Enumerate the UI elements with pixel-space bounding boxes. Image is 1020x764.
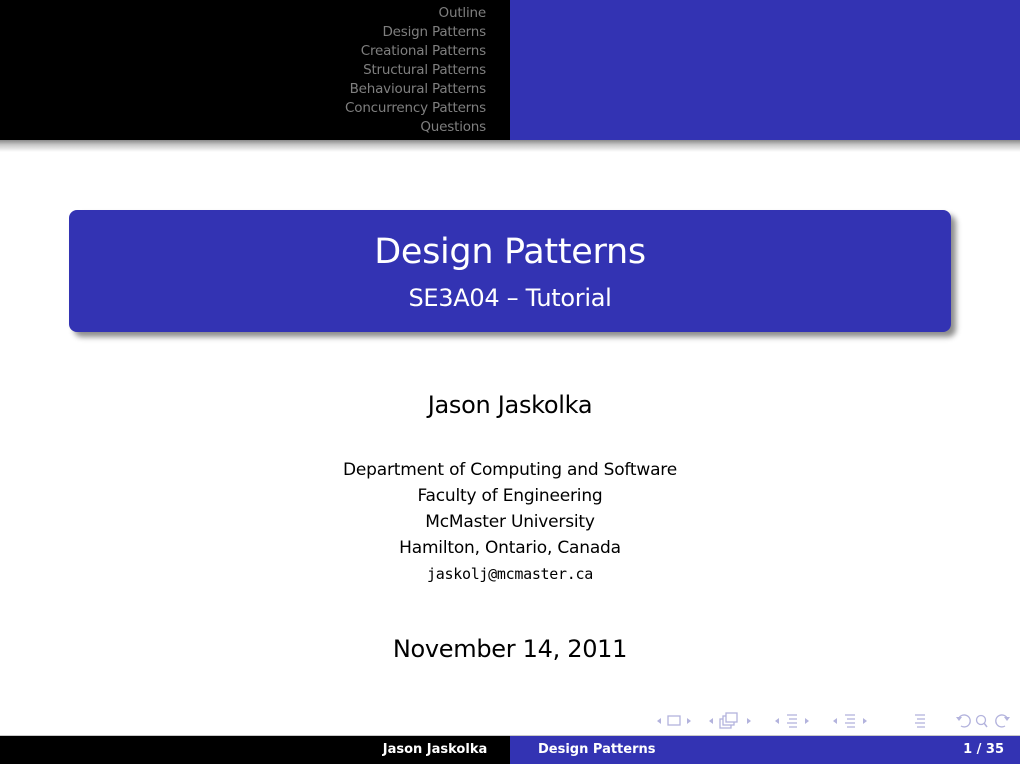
institute-faculty: Faculty of Engineering bbox=[417, 486, 603, 506]
section-link-structural-patterns[interactable]: Structural Patterns bbox=[345, 61, 486, 80]
slide-nav-icon[interactable] bbox=[655, 712, 701, 730]
subsection-nav-icon[interactable] bbox=[773, 712, 819, 730]
institute-block: Department of Computing and Software Fac… bbox=[0, 457, 1020, 587]
section-link-questions[interactable]: Questions bbox=[345, 118, 486, 137]
section-link-design-patterns[interactable]: Design Patterns bbox=[345, 23, 486, 42]
page-number: 1 / 35 bbox=[963, 742, 1004, 757]
section-list: Outline Design Patterns Creational Patte… bbox=[345, 4, 486, 137]
footer-bar: Jason Jaskolka Design Patterns 1 / 35 bbox=[0, 735, 1020, 764]
institute-location: Hamilton, Ontario, Canada bbox=[399, 538, 621, 558]
section-link-behavioural-patterns[interactable]: Behavioural Patterns bbox=[345, 80, 487, 99]
title-block: Design Patterns SE3A04 – Tutorial bbox=[69, 210, 951, 332]
section-navigation-panel: Outline Design Patterns Creational Patte… bbox=[0, 0, 510, 140]
section-nav-icon[interactable] bbox=[831, 712, 877, 730]
presentation-date: November 14, 2011 bbox=[392, 635, 628, 663]
footer-author-panel: Jason Jaskolka bbox=[0, 736, 510, 764]
back-search-forward-icon[interactable] bbox=[955, 712, 1011, 730]
section-link-creational-patterns[interactable]: Creational Patterns bbox=[345, 42, 486, 61]
beamer-navigation-symbols bbox=[655, 712, 1015, 732]
institute-university: McMaster University bbox=[425, 512, 595, 532]
document-nav-icon[interactable] bbox=[913, 712, 929, 730]
presentation-title: Design Patterns bbox=[374, 232, 646, 272]
footer-title: Design Patterns bbox=[538, 742, 656, 757]
frame-nav-icon[interactable] bbox=[707, 712, 765, 730]
institute-department: Department of Computing and Software bbox=[343, 460, 677, 480]
header-bar: Outline Design Patterns Creational Patte… bbox=[0, 0, 1020, 140]
author-email: jaskolj@mcmaster.ca bbox=[427, 565, 593, 583]
section-link-outline[interactable]: Outline bbox=[345, 4, 487, 23]
section-link-concurrency-patterns[interactable]: Concurrency Patterns bbox=[345, 99, 486, 118]
header-shadow bbox=[0, 140, 1020, 152]
footer-author: Jason Jaskolka bbox=[382, 742, 488, 757]
footer-title-panel: Design Patterns 1 / 35 bbox=[510, 736, 1020, 764]
presentation-subtitle: SE3A04 – Tutorial bbox=[408, 284, 612, 312]
header-accent-panel bbox=[510, 0, 1020, 140]
author-name: Jason Jaskolka bbox=[427, 391, 593, 419]
